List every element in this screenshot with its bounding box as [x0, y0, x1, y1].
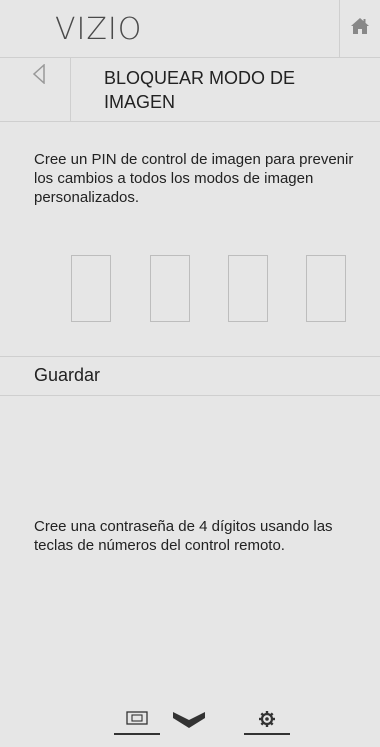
- pin-digit-2[interactable]: [150, 255, 190, 322]
- tv-menu-screen: VIZIO BLOQUEAR MODO DE IMAGEN Cree un PI…: [0, 0, 380, 747]
- pin-digit-4[interactable]: [306, 255, 346, 322]
- down-button[interactable]: [169, 703, 209, 739]
- back-button[interactable]: [0, 58, 71, 121]
- gear-icon: [244, 711, 290, 735]
- hint-text: Cree una contraseña de 4 dígitos usando …: [34, 518, 333, 554]
- vizio-logo: VIZIO: [55, 12, 143, 47]
- page-title: BLOQUEAR MODO DE IMAGEN: [104, 68, 296, 112]
- save-label: Guardar: [34, 365, 101, 385]
- title-bar: BLOQUEAR MODO DE IMAGEN: [0, 58, 380, 122]
- home-icon: [350, 16, 370, 41]
- pin-digit-3[interactable]: [228, 255, 268, 322]
- settings-button[interactable]: [242, 703, 292, 739]
- save-button[interactable]: Guardar: [0, 356, 380, 396]
- chevron-down-icon: [173, 712, 205, 728]
- wide-button[interactable]: [112, 703, 162, 739]
- pin-digit-1[interactable]: [71, 255, 111, 322]
- header: VIZIO: [0, 0, 380, 58]
- home-button[interactable]: [339, 0, 380, 57]
- description-text: Cree un PIN de control de imagen para pr…: [34, 151, 354, 206]
- wide-screen-icon: [114, 711, 160, 735]
- back-triangle-icon: [32, 64, 45, 84]
